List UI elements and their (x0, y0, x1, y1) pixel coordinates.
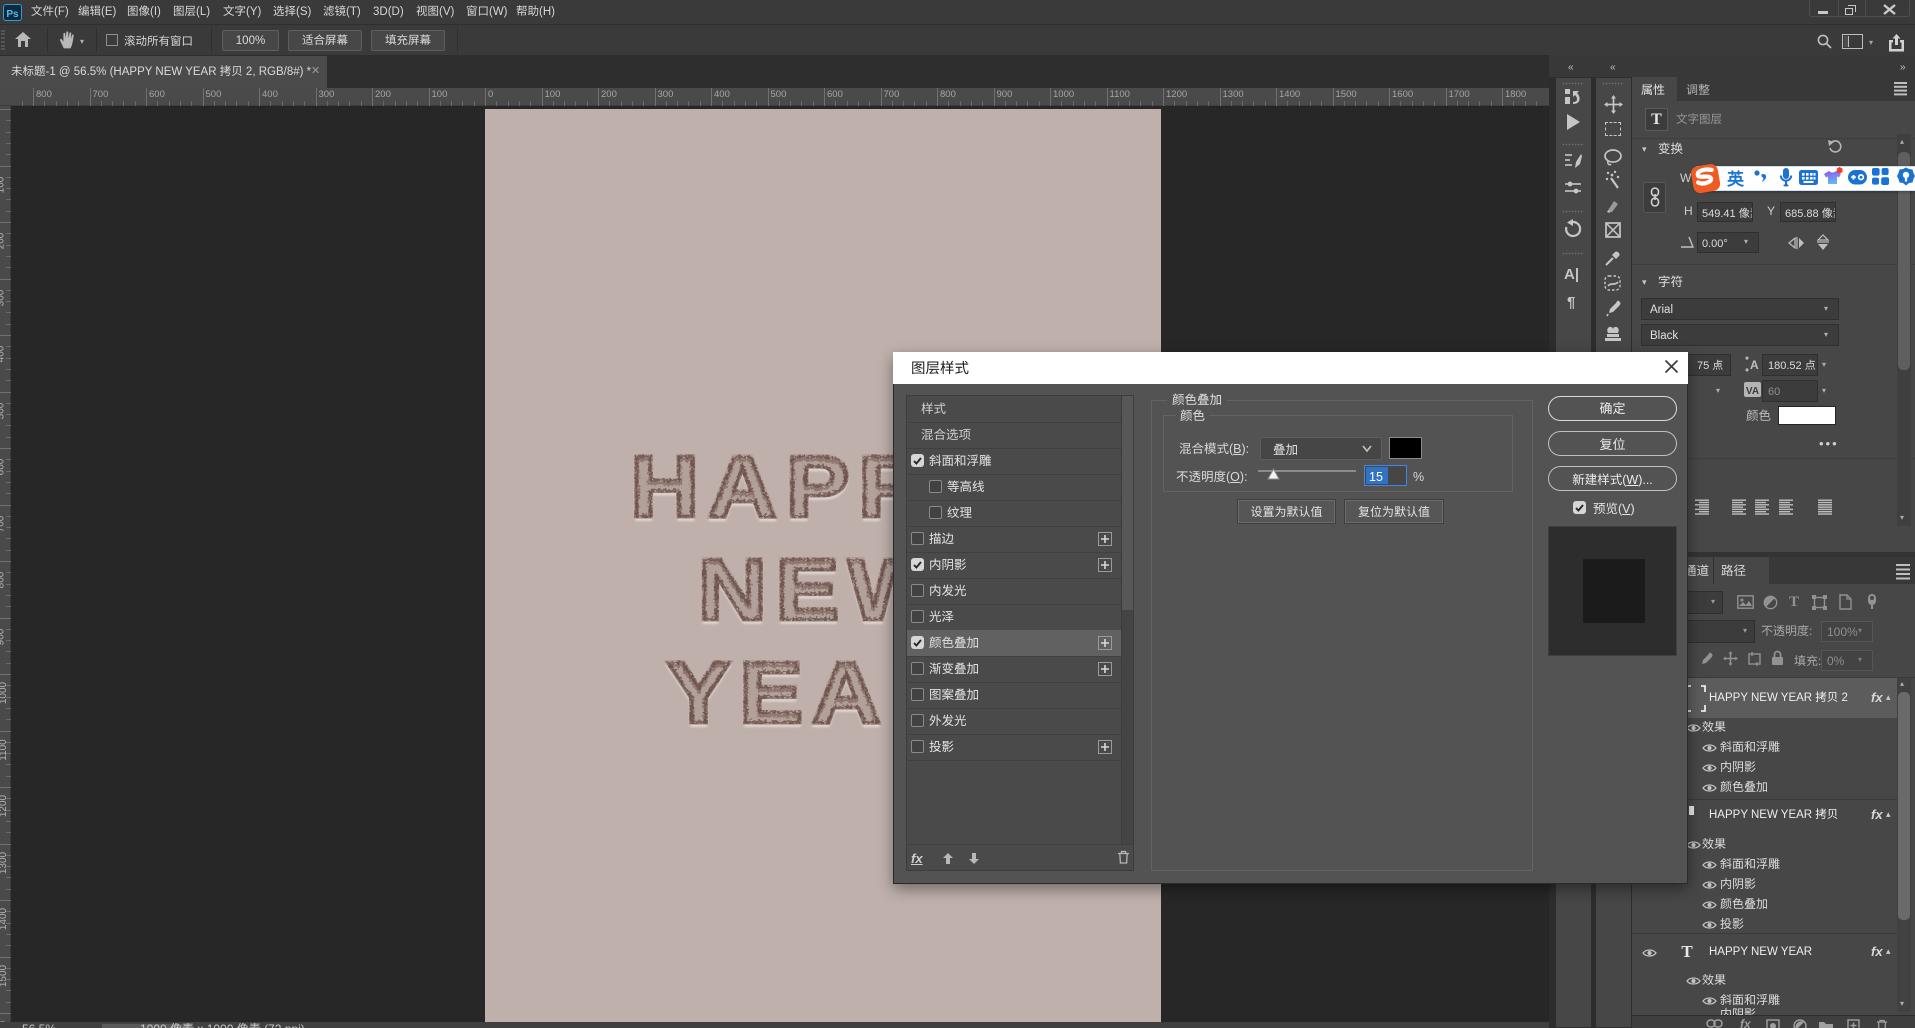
svg-text:A: A (1750, 358, 1759, 372)
